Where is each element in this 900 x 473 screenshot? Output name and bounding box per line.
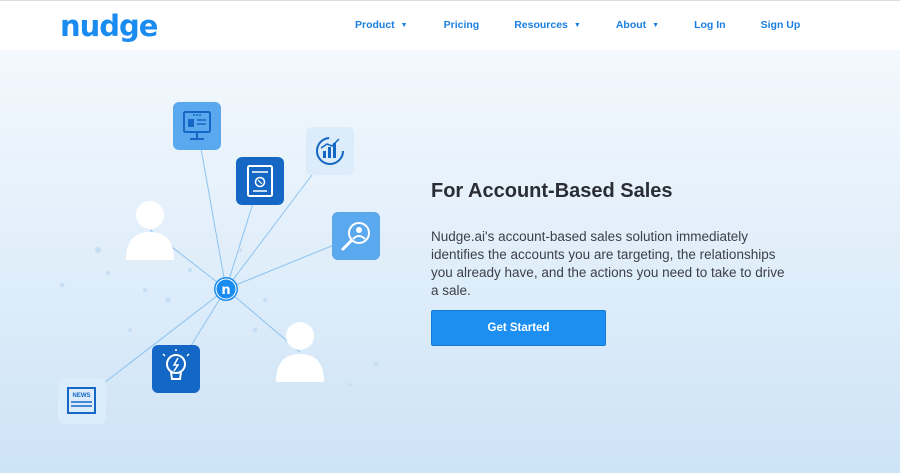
phone-document-icon [236,157,284,205]
nav-item-product-label: Product [355,19,395,31]
analytics-chart-icon [306,127,354,175]
nav-item-login-label: Log In [694,19,726,31]
newspaper-icon: NEWS [58,378,106,424]
hero-title: For Account-Based Sales [431,180,673,202]
lightbulb-icon [152,345,200,393]
chevron-down-icon: ▼ [573,21,581,29]
nav-item-signup[interactable]: Sign Up [761,19,801,31]
main-nav: Product ▼ Pricing Resources ▼ About ▼ Lo… [355,19,800,31]
network-illustration: NEWS n [58,102,380,424]
nudge-logo[interactable]: nudge [60,9,158,43]
top-navbar: nudge Product ▼ Pricing Resources ▼ Abou… [0,0,900,50]
computer-profile-icon [173,102,221,150]
nav-item-about[interactable]: About ▼ [616,19,659,31]
nav-item-pricing-label: Pricing [443,19,480,31]
chevron-down-icon: ▼ [652,21,660,29]
nav-item-about-label: About [615,19,647,31]
nav-item-resources[interactable]: Resources ▼ [514,19,581,31]
nav-item-product[interactable]: Product ▼ [355,19,408,31]
nav-item-signup-label: Sign Up [760,19,801,31]
nav-item-pricing[interactable]: Pricing [444,19,480,31]
nudge-hub-logo: n [214,277,238,301]
newspaper-label: NEWS [73,393,91,399]
decorative-dots [59,247,379,387]
hero-description: Nudge.ai's account-based sales solution … [431,229,785,298]
nav-item-login[interactable]: Log In [694,19,726,31]
nav-item-resources-label: Resources [514,19,568,31]
get-started-button[interactable]: Get Started [431,310,606,346]
hero-section: NEWS n For Account-Based Sales Nudge.ai'… [0,50,900,473]
search-person-icon [332,212,380,260]
chevron-down-icon: ▼ [400,21,408,29]
hub-letter: n [221,283,230,298]
